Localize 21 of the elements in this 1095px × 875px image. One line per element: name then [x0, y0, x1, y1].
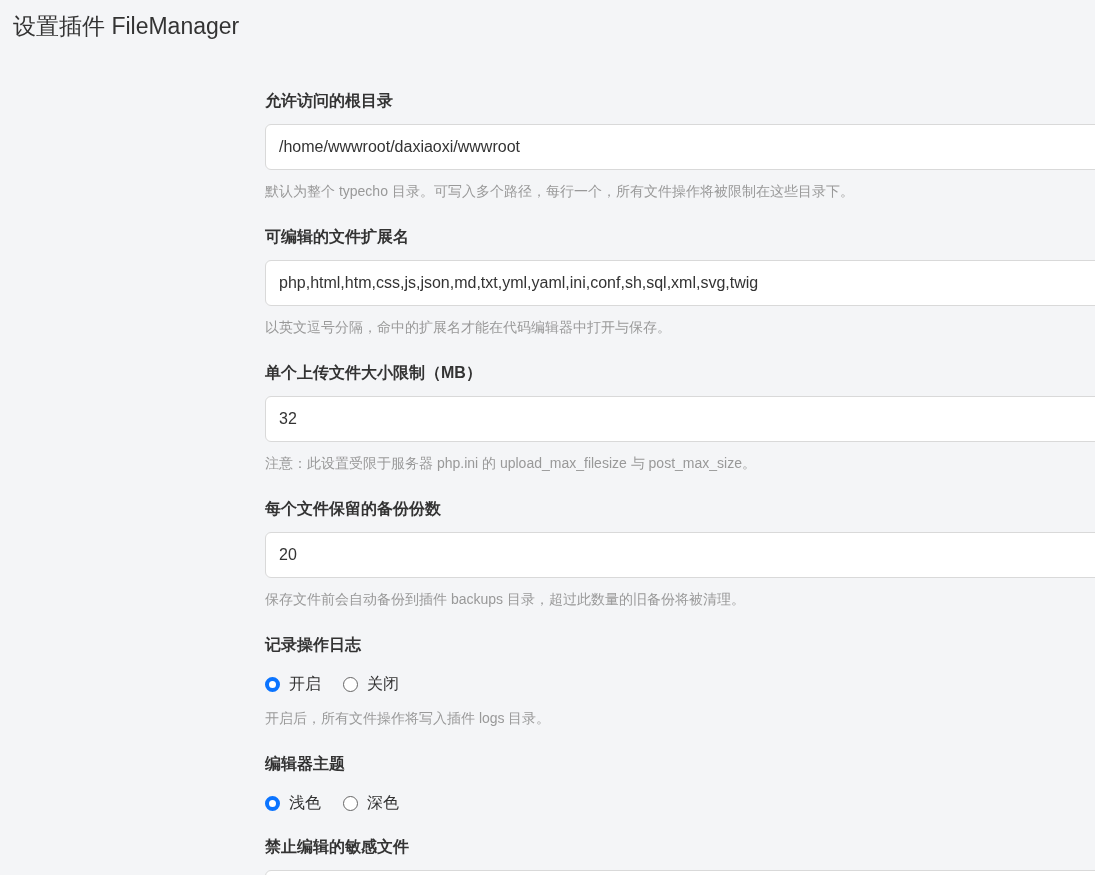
help-text: 以英文逗号分隔，命中的扩展名才能在代码编辑器中打开与保存。	[265, 318, 672, 337]
field-label: 禁止编辑的敏感文件	[265, 837, 410, 857]
field-label: 单个上传文件大小限制（MB）	[265, 363, 483, 383]
help-text: 开启后，所有文件操作将写入插件 logs 目录。	[265, 709, 552, 728]
radio-option[interactable]: 关闭	[343, 672, 399, 696]
input-field[interactable]: /home/wwwroot/daxiaoxi/wwwroot	[265, 124, 1095, 170]
help-text: 保存文件前会自动备份到插件 backups 目录，超过此数量的旧备份将被清理。	[265, 590, 746, 609]
radio-option[interactable]: 深色	[343, 791, 399, 815]
field-label: 编辑器主题	[265, 754, 346, 774]
input-field[interactable]: 32	[265, 396, 1095, 442]
help-text: 默认为整个 typecho 目录。可写入多个路径，每行一个，所有文件操作将被限制在这些目录下。	[265, 182, 855, 201]
page-title: 设置插件 FileManager	[13, 12, 240, 41]
field-label: 可编辑的文件扩展名	[265, 227, 410, 247]
field-label: 允许访问的根目录	[265, 91, 394, 111]
field-label: 记录操作日志	[265, 635, 362, 655]
field-label: 每个文件保留的备份份数	[265, 499, 442, 519]
input-field[interactable]: 20	[265, 532, 1095, 578]
input-field[interactable]: php,html,htm,css,js,json,md,txt,yml,yaml,ini,conf,sh,sql,xml,svg,twig	[265, 260, 1095, 306]
help-text: 注意：此设置受限于服务器 php.ini 的 upload_max_filesize 与 post_max_size。	[265, 454, 757, 473]
radio-option[interactable]: 开启	[265, 672, 321, 696]
radio-option[interactable]: 浅色	[265, 791, 321, 815]
